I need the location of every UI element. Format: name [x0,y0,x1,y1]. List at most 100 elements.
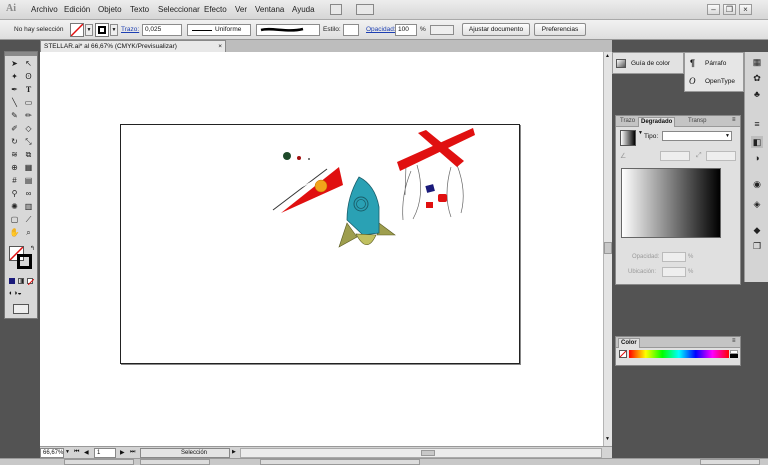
gradient-tool-icon[interactable]: ▤ [23,175,34,186]
tab-stroke[interactable]: Trazo [618,117,637,127]
artboard-tool-icon[interactable]: ▢ [9,214,20,225]
recolor-artwork-icon[interactable] [430,25,454,35]
paragraph-label[interactable]: Párrafo [705,60,726,67]
rotate-tool-icon[interactable]: ↻ [9,136,20,147]
prev-page-icon[interactable]: ◀ [84,449,89,456]
style-swatch[interactable] [343,24,359,36]
red-square-large[interactable] [438,194,447,202]
warp-tool-icon[interactable]: ≋ [9,149,20,160]
magic-wand-tool-icon[interactable]: ✦ [9,71,20,82]
stop-location-input[interactable] [662,267,686,277]
taskbar-item-2[interactable] [140,459,210,465]
opacity-label[interactable]: Opacidad: [366,26,396,33]
pencil-tool-icon[interactable]: ✏ [23,110,34,121]
close-button[interactable]: × [739,4,752,15]
color-panel-menu-icon[interactable]: ≡ [732,338,736,344]
red-dot[interactable] [297,156,301,160]
menu-ventana[interactable]: Ventana [255,5,284,14]
graphic-styles-icon[interactable]: ◈ [751,198,763,210]
arrange-documents-icon[interactable] [356,4,374,15]
artboards-panel-icon[interactable]: ❐ [751,240,763,252]
scale-tool-icon[interactable]: ⤡ [23,136,34,147]
navy-square[interactable] [425,184,435,193]
artboard[interactable] [120,124,520,364]
gradient-type-select[interactable]: ▼ [662,131,732,141]
tab-gradient[interactable]: Degradado [638,117,676,127]
preferences-button[interactable]: Preferencias [534,23,586,36]
horizontal-scrollbar[interactable] [240,448,602,458]
menu-efecto[interactable]: Efecto [204,5,227,14]
scroll-down-icon[interactable]: ▼ [605,436,610,442]
stroke-weight-input[interactable]: 0,025 [142,24,182,36]
rocket[interactable] [338,176,396,248]
black-swatch[interactable] [730,354,738,358]
gradient-slider-preview[interactable] [621,168,721,238]
aspect-ratio-input[interactable] [706,151,736,161]
menu-ayuda[interactable]: Ayuda [292,5,315,14]
pen-tool-icon[interactable]: ✒ [9,84,20,95]
tab-color[interactable]: Color [618,338,640,348]
brush-definition[interactable] [256,24,320,36]
color-guide-panel[interactable]: Guía de color [612,52,684,74]
bridge-icon[interactable] [330,4,342,15]
column-graph-tool-icon[interactable]: ▥ [23,201,34,212]
variable-width-profile[interactable]: Uniforme [187,24,251,36]
stroke-indicator[interactable] [17,254,32,269]
scroll-up-icon[interactable]: ▲ [605,53,610,59]
stroke-swatch[interactable] [95,23,109,37]
line-tool-icon[interactable]: ╲ [9,97,20,108]
page-number-field[interactable]: 1 [94,448,116,458]
type-tool-icon[interactable]: T [23,84,34,95]
color-spectrum-bar[interactable] [629,350,729,358]
paintbrush-tool-icon[interactable]: ✎ [9,110,20,121]
swatches-icon[interactable]: ▦ [751,56,763,68]
transparency-panel-icon[interactable]: ◑ [751,152,763,164]
taskbar-item-1[interactable] [64,459,134,465]
slice-tool-icon[interactable]: ⟋ [23,214,34,225]
vertical-scroll-thumb[interactable] [604,242,612,254]
last-page-icon[interactable]: ⏭ [130,449,135,456]
free-transform-tool-icon[interactable]: ⧉ [23,149,34,160]
selection-tool-icon[interactable]: ➤ [9,58,20,69]
stroke-dropdown[interactable]: ▼ [110,24,118,36]
opentype-label[interactable]: OpenType [705,78,735,85]
layers-panel-icon[interactable]: ◆ [751,224,763,236]
angle-input[interactable] [660,151,690,161]
panel-menu-icon[interactable]: ≡ [732,117,736,123]
red-x-kite[interactable] [397,128,475,221]
menu-objeto[interactable]: Objeto [98,5,122,14]
minimize-button[interactable]: – [707,4,720,15]
restore-button[interactable]: ❐ [723,4,736,15]
tab-transparency[interactable]: Transp [686,117,708,127]
perspective-grid-tool-icon[interactable]: ▦ [23,162,34,173]
zoom-dropdown-icon[interactable]: ▼ [65,449,70,455]
zoom-level-field[interactable]: 66,67% [40,448,64,458]
stop-opacity-input[interactable] [662,252,686,262]
blend-tool-icon[interactable]: ∞ [23,188,34,199]
red-pennant[interactable] [272,167,343,213]
document-tab[interactable]: STELLAR.ai* al 66,67% (CMYK/Previsualiza… [40,40,226,52]
mesh-tool-icon[interactable]: # [9,175,20,186]
canvas-area[interactable] [40,52,603,446]
screen-mode-icon[interactable] [13,304,29,314]
horizontal-scroll-thumb[interactable] [421,450,435,456]
close-tab-icon[interactable]: × [218,41,222,52]
vertical-scrollbar[interactable]: ▲ ▼ [603,52,612,446]
gradient-panel-icon[interactable]: ◧ [751,136,763,148]
next-page-icon[interactable]: ▶ [120,449,125,456]
menu-seleccionar[interactable]: Seleccionar [158,5,200,14]
gradient-mode-icon[interactable] [18,278,24,284]
green-dot[interactable] [283,152,291,160]
gradient-thumbnail[interactable] [620,130,636,146]
stroke-label[interactable]: Trazo: [121,26,139,33]
rectangle-tool-icon[interactable]: ▭ [23,97,34,108]
zoom-tool-icon[interactable]: ⌕ [23,227,34,238]
menu-archivo[interactable]: Archivo [31,5,58,14]
first-page-icon[interactable]: ⏮ [74,449,79,456]
type-panels[interactable]: ¶ Párrafo O OpenType [684,52,744,92]
menu-ver[interactable]: Ver [235,5,247,14]
small-dot[interactable] [308,158,310,160]
stroke-panel-icon[interactable]: ≡ [751,118,763,130]
gradient-thumb-dropdown-icon[interactable]: ▼ [638,130,643,136]
eraser-tool-icon[interactable]: ◇ [23,123,34,134]
